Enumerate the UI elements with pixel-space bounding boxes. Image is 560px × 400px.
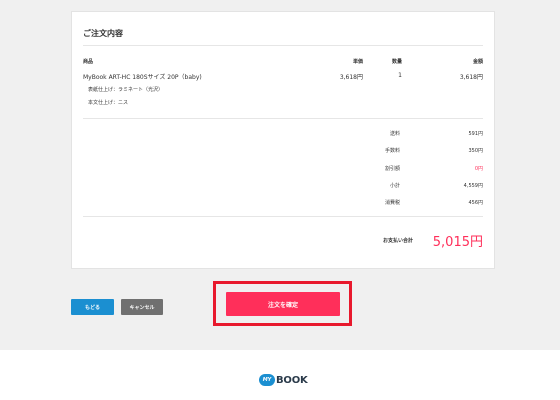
confirm-order-button[interactable]: 注文を確定 [226,292,340,316]
order-title: ご注文内容 [83,29,123,38]
summary-label-fee: 手数料 [384,148,400,154]
header-quantity: 数量 [391,59,402,65]
item-unit-price: 3,618円 [339,74,363,81]
logo-book-text: BOOK [276,374,308,386]
total-value: 5,015円 [432,235,483,250]
summary-value-subtotal: 4,559円 [463,183,483,189]
item-option: 表紙仕上げ：ラミネート（光沢） [88,87,164,93]
divider [83,45,483,46]
mybook-logo[interactable]: MY BOOK [259,373,308,387]
header-item: 商品 [83,59,94,65]
total-label: お支払い合計 [382,238,413,244]
logo-my-mark: MY [259,374,275,386]
summary-label-shipping: 送料 [389,131,400,137]
summary-label-subtotal: 小計 [389,183,400,189]
item-amount: 3,618円 [459,74,483,81]
summary-value-fee: 350円 [468,148,483,154]
item-option: 本文仕上げ：ニス [88,100,129,106]
back-button[interactable]: もどる [71,299,114,315]
item-quantity: 1 [398,72,402,79]
header-amount: 金額 [472,59,483,65]
summary-label-tax: 消費税 [384,200,400,206]
divider [83,118,483,119]
cancel-button[interactable]: キャンセル [121,299,163,315]
divider [83,216,483,217]
summary-value-tax: 456円 [468,200,483,206]
item-name: MyBook ART-HC 180Sサイズ 20P（baby) [83,74,202,81]
summary-value-shipping: 591円 [468,131,483,137]
summary-value-discount: 0円 [474,166,483,172]
header-unit-price: 単価 [352,59,363,65]
summary-label-discount: 割引額 [384,166,400,172]
